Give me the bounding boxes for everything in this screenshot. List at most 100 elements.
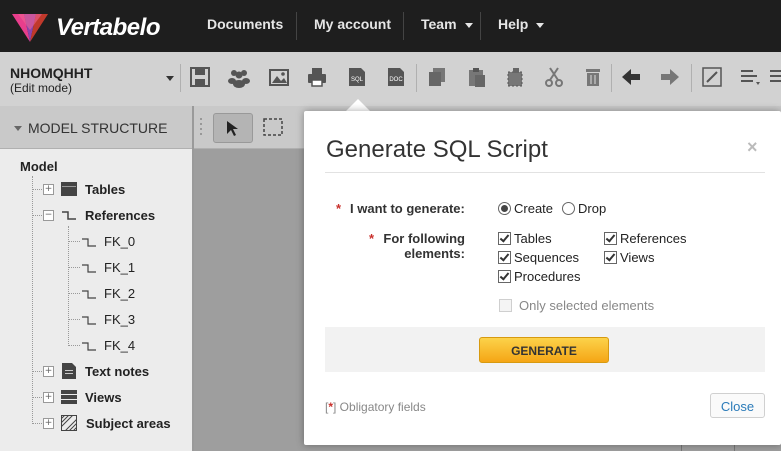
toolbar-divider [611, 64, 612, 92]
elements-label-line1: For following [383, 231, 465, 246]
tree-guide-line [68, 267, 80, 268]
tree-item-fk[interactable]: FK_4 [104, 338, 135, 353]
users-icon[interactable] [228, 66, 250, 88]
create-radio[interactable] [498, 202, 511, 215]
doc-icon-text: DOC [389, 77, 403, 83]
tree-item-fk[interactable]: FK_1 [104, 260, 135, 275]
vertabelo-logo-icon[interactable] [10, 10, 50, 44]
align-icon[interactable] [739, 66, 761, 88]
toolbar-divider [180, 64, 181, 92]
chevron-down-icon [536, 22, 545, 28]
tree-item-fk[interactable]: FK_0 [104, 234, 135, 249]
select-tool-button[interactable] [213, 113, 253, 143]
tree-guide-line [68, 319, 80, 320]
brand-name[interactable]: Vertabelo [56, 14, 160, 42]
tree-guide-line [68, 241, 80, 242]
references-checkbox-label[interactable]: References [620, 231, 686, 246]
expand-subject-areas-button[interactable]: + [43, 418, 54, 429]
drop-radio[interactable] [562, 202, 575, 215]
sequences-checkbox[interactable] [498, 251, 511, 264]
nav-divider [480, 12, 481, 40]
reference-icon [82, 316, 96, 325]
reference-icon [82, 342, 96, 351]
redo-arrow-icon[interactable] [659, 66, 681, 88]
tables-checkbox[interactable] [498, 232, 511, 245]
tree-item-tables[interactable]: Tables [85, 182, 125, 197]
generate-button[interactable]: GENERATE [479, 337, 609, 363]
nav-divider [296, 12, 297, 40]
view-icon [61, 390, 77, 404]
chevron-down-icon[interactable] [14, 126, 22, 131]
print-icon[interactable] [306, 66, 328, 88]
table-icon [61, 182, 77, 196]
tree-item-fk[interactable]: FK_2 [104, 286, 135, 301]
obligatory-fields-text: ] Obligatory fields [333, 400, 426, 414]
model-structure-title: MODEL STRUCTURE [28, 120, 168, 136]
references-checkbox[interactable] [604, 232, 617, 245]
image-icon[interactable] [268, 66, 290, 88]
expand-tables-button[interactable]: + [43, 184, 54, 195]
close-icon[interactable]: × [747, 137, 758, 158]
nav-my-account[interactable]: My account [314, 16, 391, 32]
undo-arrow-icon[interactable] [620, 66, 642, 88]
views-checkbox-label[interactable]: Views [620, 250, 654, 265]
nav-documents[interactable]: Documents [207, 16, 283, 32]
save-icon[interactable] [189, 66, 211, 88]
tree-guide-line [32, 176, 33, 424]
grip-handle-icon[interactable] [198, 116, 204, 140]
tree-item-references[interactable]: References [85, 208, 155, 223]
generate-type-label: I want to generate: [350, 201, 465, 216]
close-button[interactable]: Close [710, 393, 765, 418]
nav-help-label: Help [498, 16, 529, 32]
sql-icon-text: SQL [351, 77, 364, 83]
procedures-checkbox[interactable] [498, 270, 511, 283]
more-tools-icon[interactable] [770, 66, 781, 88]
required-marker: * [336, 201, 342, 216]
tables-checkbox-label[interactable]: Tables [514, 231, 552, 246]
required-marker: * [369, 231, 375, 246]
procedures-checkbox-label[interactable]: Procedures [514, 269, 580, 284]
tree-item-subject-areas[interactable]: Subject areas [86, 416, 171, 431]
model-mode: (Edit mode) [10, 81, 73, 95]
nav-team-label: Team [421, 16, 457, 32]
only-selected-checkbox[interactable] [499, 299, 512, 312]
copy-icon[interactable] [426, 66, 448, 88]
note-icon [62, 363, 76, 379]
tree-item-fk[interactable]: FK_3 [104, 312, 135, 327]
nav-team[interactable]: Team [421, 16, 473, 32]
model-menu-chevron-icon[interactable] [166, 76, 174, 81]
tree-guide-line [68, 345, 80, 346]
area-icon [61, 415, 77, 431]
tree-guide-line [68, 226, 69, 346]
drop-radio-label[interactable]: Drop [578, 201, 606, 216]
sql-icon[interactable]: SQL [346, 66, 368, 88]
scissors-icon[interactable] [543, 66, 565, 88]
doc-icon[interactable]: DOC [385, 66, 407, 88]
toolbar-divider [416, 64, 417, 92]
paste-icon[interactable] [466, 66, 488, 88]
sequences-checkbox-label[interactable]: Sequences [514, 250, 579, 265]
only-selected-label: Only selected elements [519, 298, 655, 313]
model-name[interactable]: NHOMQHHT [10, 65, 92, 81]
tree-item-views[interactable]: Views [85, 390, 122, 405]
dialog-divider [325, 172, 765, 173]
canvas-divider [734, 445, 735, 451]
reference-icon [82, 238, 96, 247]
reference-icon [82, 264, 96, 273]
marquee-select-icon[interactable] [263, 118, 283, 136]
radio-selected-dot [501, 205, 508, 212]
tree-item-text-notes[interactable]: Text notes [85, 364, 149, 379]
tree-root-model[interactable]: Model [20, 159, 58, 174]
views-checkbox[interactable] [604, 251, 617, 264]
reference-icon [62, 211, 76, 220]
create-radio-label[interactable]: Create [514, 201, 553, 216]
expand-views-button[interactable]: + [43, 392, 54, 403]
trash-icon[interactable] [582, 66, 604, 88]
tree-guide-line [68, 293, 80, 294]
expand-text-notes-button[interactable]: + [43, 366, 54, 377]
collapse-references-button[interactable]: − [43, 210, 54, 221]
nav-help[interactable]: Help [498, 16, 545, 32]
obligatory-fields-note: [*] Obligatory fields [325, 400, 426, 414]
edit-box-icon[interactable] [701, 66, 723, 88]
cut-shape-icon[interactable] [504, 66, 526, 88]
